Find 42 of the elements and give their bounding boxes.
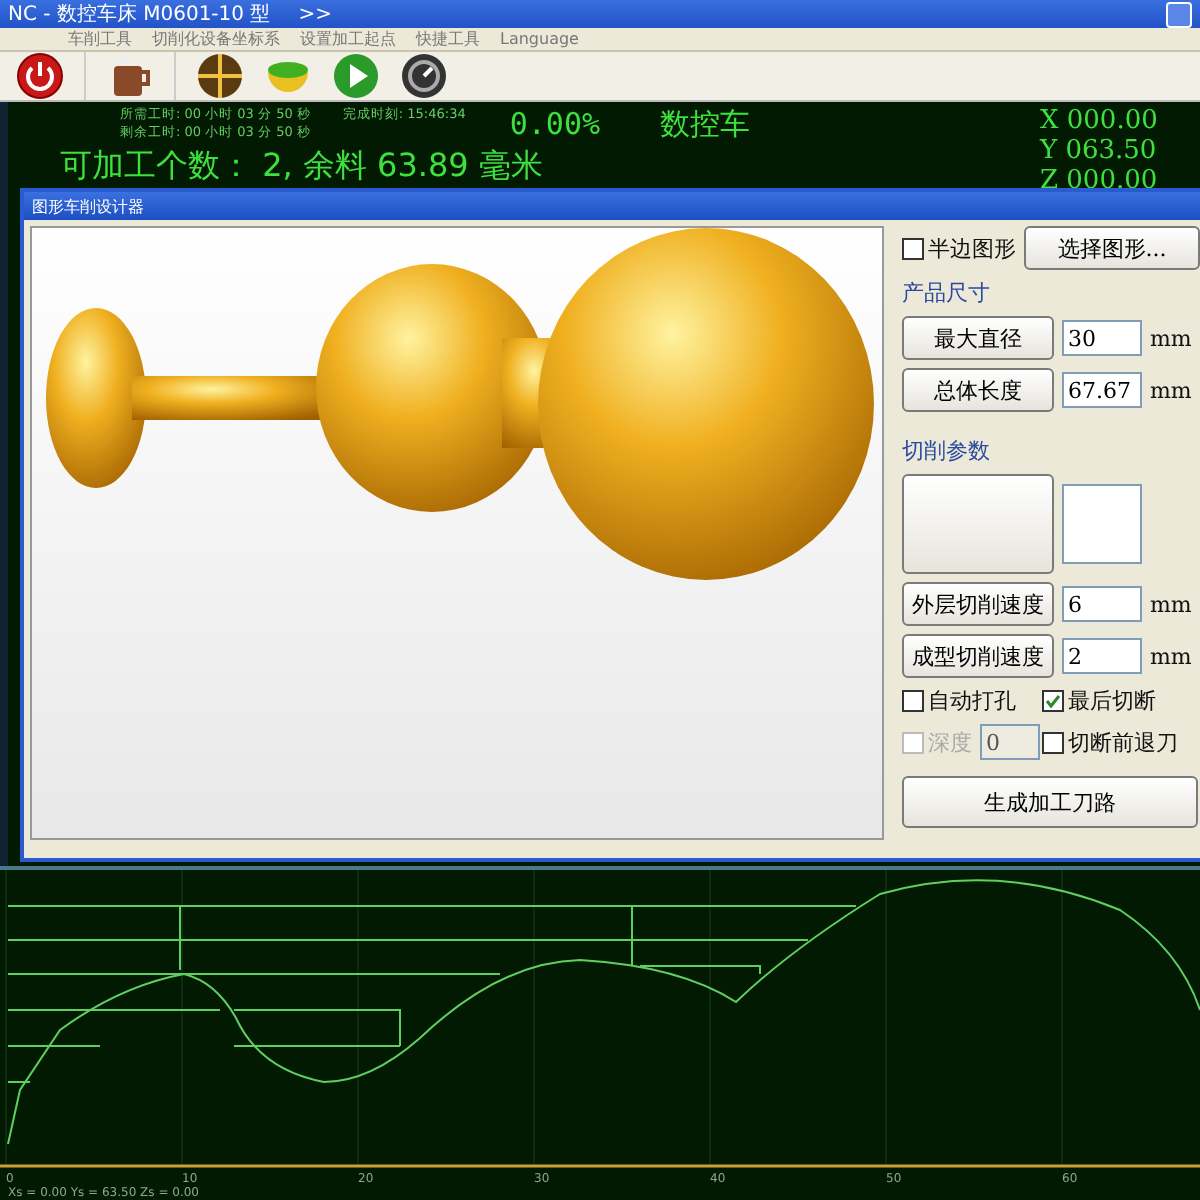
menu-item[interactable]: 设置加工起点 (300, 28, 396, 50)
count-text: 可加工个数： 2, 余料 63.89 毫米 (60, 146, 545, 188)
input-field[interactable] (1062, 484, 1142, 564)
menu-item[interactable]: Language (500, 30, 579, 48)
checkbox[interactable]: 半边图形 (902, 233, 1016, 263)
generate-toolpath-button[interactable]: 生成加工刀路 (902, 776, 1198, 828)
checkbox[interactable]: 最后切断 (1042, 686, 1200, 716)
more-link[interactable]: >> (298, 3, 332, 25)
power-icon[interactable] (16, 52, 64, 100)
coordinate-readout: Z 000.00 (1040, 166, 1160, 196)
checkmark-icon (1044, 692, 1062, 710)
input-field[interactable]: 67.67 (1062, 372, 1142, 408)
menu-item[interactable]: 切削化设备坐标系 (152, 28, 280, 50)
checkbox[interactable]: 自动打孔 (902, 686, 1042, 716)
window-title: NC - 数控车床 M0601-10 型 (8, 1, 271, 28)
parameter-button[interactable]: 成型切削速度 (902, 634, 1054, 678)
input-field[interactable]: 2 (1062, 638, 1142, 674)
parameter-button[interactable]: 外层切削速度 (902, 582, 1054, 626)
menu-item[interactable]: 车削工具 (68, 28, 132, 50)
blank-button[interactable] (902, 474, 1054, 574)
gauge-icon[interactable] (400, 52, 448, 100)
machine-label: 数控车 (660, 106, 752, 146)
menu-item[interactable]: 快捷工具 (416, 28, 480, 50)
unit-label: mm (1150, 377, 1192, 403)
progress-percent: 0.00% (509, 106, 601, 142)
select-shape-button[interactable]: 选择图形... (1024, 226, 1200, 270)
unit-label: mm (1150, 325, 1192, 351)
section-heading: 产品尺寸 (902, 278, 992, 308)
play-icon[interactable] (332, 52, 380, 100)
crosshair-icon[interactable] (196, 52, 244, 100)
unit-label: mm (1150, 591, 1192, 617)
coordinate-readout: X 000.00 (1040, 106, 1160, 136)
coordinate-readout: Y 063.50 (1040, 136, 1159, 166)
minimize-icon[interactable] (1166, 1, 1192, 27)
unit-label: mm (1150, 643, 1192, 669)
input-field[interactable]: 6 (1062, 586, 1142, 622)
input-field[interactable]: 30 (1062, 320, 1142, 356)
dialog-title: 图形车削设计器 (24, 192, 1200, 220)
parameter-button[interactable]: 最大直径 (902, 316, 1054, 360)
section-heading: 切削参数 (902, 436, 992, 466)
parameter-button[interactable]: 总体长度 (902, 368, 1054, 412)
checkbox[interactable]: 切断前退刀 (1042, 724, 1200, 760)
